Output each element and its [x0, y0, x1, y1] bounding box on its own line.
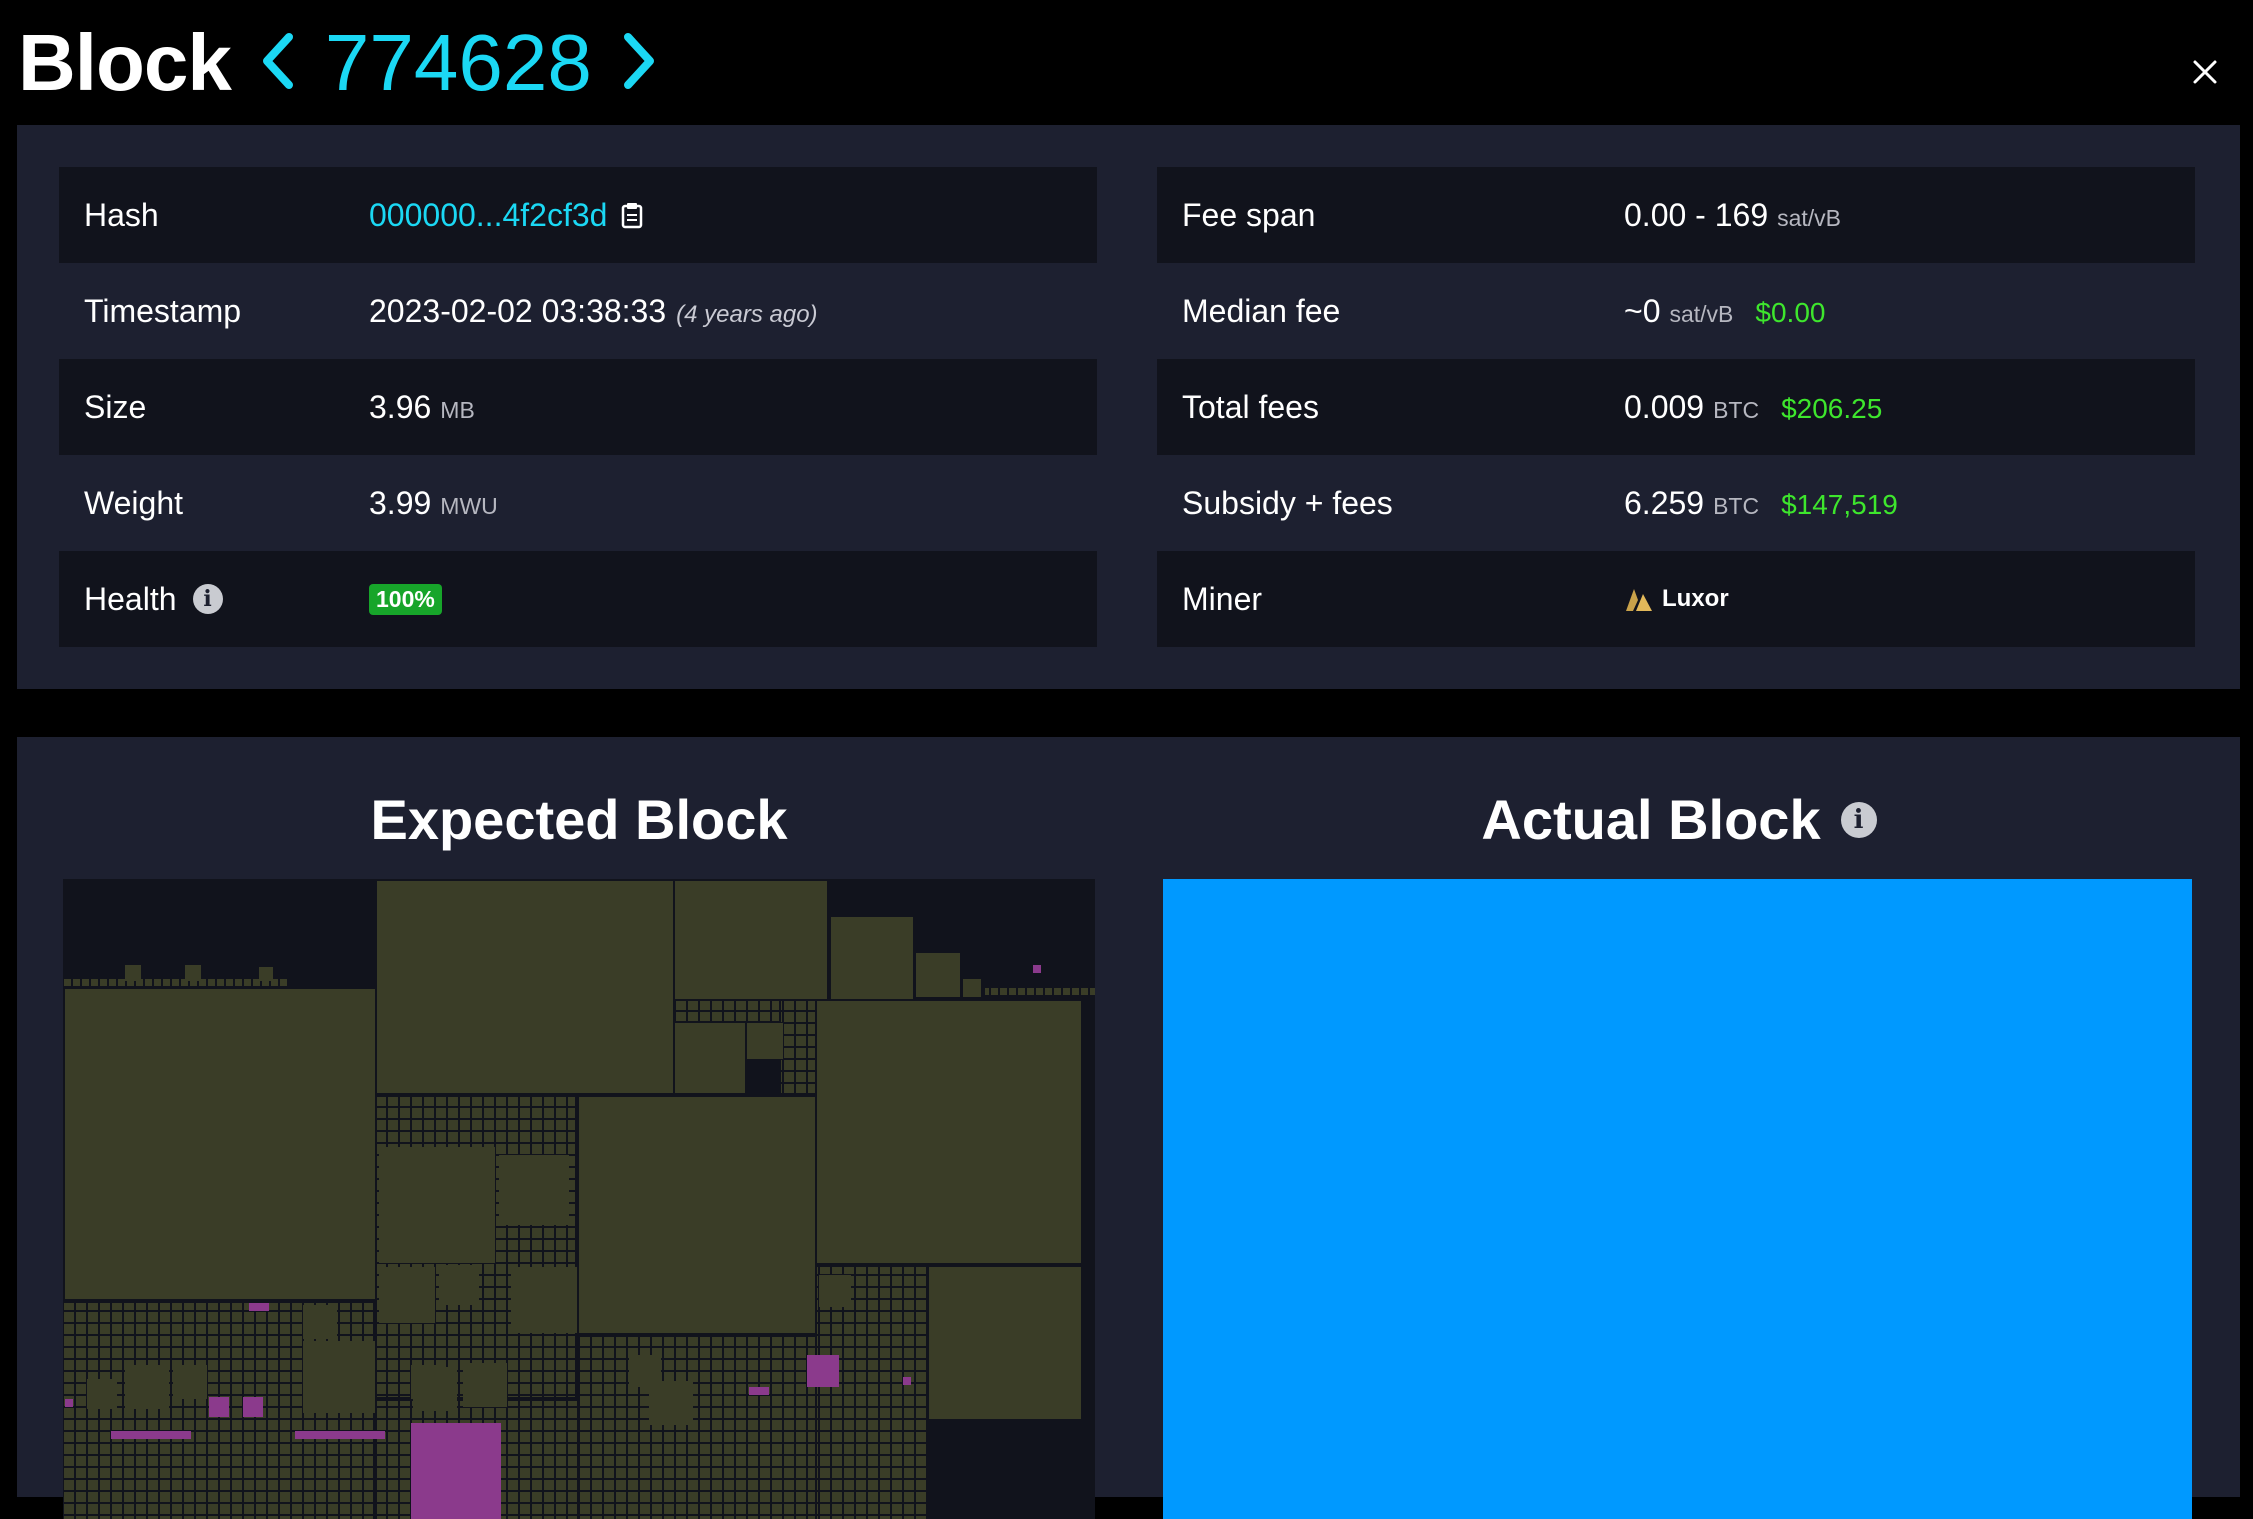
chevron-right-icon: [623, 32, 654, 89]
miner-row: Miner Luxor: [1157, 551, 2195, 647]
miner-label: Miner: [1182, 580, 1263, 617]
block-number: 774628: [324, 18, 592, 107]
health-label: Health: [84, 580, 177, 617]
chevron-left-icon: [262, 32, 293, 89]
hash-link[interactable]: 000000...4f2cf3d: [369, 197, 607, 234]
block-visualization-panel: Expected Block Actual Block i: [17, 737, 2240, 1519]
median-fee-fiat: $0.00: [1755, 296, 1826, 328]
page-title: Block: [18, 18, 232, 107]
actual-block-title: Actual Block i: [1163, 787, 2195, 852]
size-unit: MB: [440, 396, 475, 423]
close-button[interactable]: [2191, 58, 2219, 86]
total-fees-unit: BTC: [1713, 396, 1760, 423]
actual-block-heading: Actual Block: [1481, 788, 1821, 851]
weight-unit: MWU: [440, 492, 498, 519]
luxor-logo-icon: [1626, 589, 1652, 611]
health-badge: 100%: [369, 583, 442, 615]
previous-block-button[interactable]: [261, 32, 295, 94]
total-fees-row: Total fees 0.009 BTC $206.25: [1157, 359, 2195, 455]
copy-button[interactable]: [621, 201, 643, 229]
expected-block-title: Expected Block: [63, 787, 1095, 852]
actual-block-area[interactable]: [1163, 879, 2192, 1519]
median-fee-label: Median fee: [1182, 292, 1341, 329]
timestamp-label: Timestamp: [84, 292, 242, 329]
details-left-column: Hash 000000...4f2cf3d Timestamp 2023-02-…: [59, 167, 1097, 647]
median-fee-unit: sat/vB: [1669, 300, 1734, 327]
next-block-button[interactable]: [622, 32, 656, 94]
health-info-icon[interactable]: i: [192, 584, 223, 614]
close-icon: [2193, 60, 2217, 84]
block-header: Block 774628: [18, 8, 656, 118]
subsidy-fees-label: Subsidy + fees: [1182, 484, 1393, 521]
clipboard-icon: [622, 203, 643, 229]
weight-value: 3.99: [369, 484, 432, 521]
subsidy-fees-fiat: $147,519: [1781, 488, 1898, 520]
health-row: Health i 100%: [59, 551, 1097, 647]
total-fees-fiat: $206.25: [1781, 392, 1883, 424]
subsidy-fees-unit: BTC: [1713, 492, 1760, 519]
details-right-column: Fee span 0.00 - 169 sat/vB Median fee ~0…: [1157, 167, 2195, 647]
median-fee-value: ~0: [1624, 292, 1661, 329]
expected-block-heading: Expected Block: [370, 788, 788, 851]
expected-block-tx-grid: [63, 881, 1095, 1519]
fee-span-row: Fee span 0.00 - 169 sat/vB: [1157, 167, 2195, 263]
hash-row: Hash 000000...4f2cf3d: [59, 167, 1097, 263]
fee-span-label: Fee span: [1182, 196, 1316, 233]
weight-row: Weight 3.99 MWU: [59, 455, 1097, 551]
hash-label: Hash: [84, 196, 159, 233]
total-fees-label: Total fees: [1182, 388, 1319, 425]
total-fees-value: 0.009: [1624, 388, 1705, 425]
median-fee-row: Median fee ~0 sat/vB $0.00: [1157, 263, 2195, 359]
block-details-panel: Hash 000000...4f2cf3d Timestamp 2023-02-…: [17, 125, 2240, 689]
actual-block-info-icon[interactable]: i: [1840, 801, 1877, 838]
size-label: Size: [84, 388, 147, 425]
fee-span-value: 0.00 - 169: [1624, 196, 1769, 233]
timestamp-value: 2023-02-02 03:38:33: [369, 292, 667, 329]
miner-link[interactable]: Luxor: [1624, 585, 1729, 613]
weight-label: Weight: [84, 484, 184, 521]
expected-block-treemap[interactable]: [63, 879, 1095, 1519]
fee-span-unit: sat/vB: [1777, 204, 1842, 231]
size-value: 3.96: [369, 388, 432, 425]
size-row: Size 3.96 MB: [59, 359, 1097, 455]
timestamp-row: Timestamp 2023-02-02 03:38:33 (4 years a…: [59, 263, 1097, 359]
timestamp-relative: (4 years ago): [676, 300, 818, 328]
miner-name: Luxor: [1662, 585, 1729, 612]
subsidy-fees-value: 6.259: [1624, 484, 1705, 521]
subsidy-fees-row: Subsidy + fees 6.259 BTC $147,519: [1157, 455, 2195, 551]
